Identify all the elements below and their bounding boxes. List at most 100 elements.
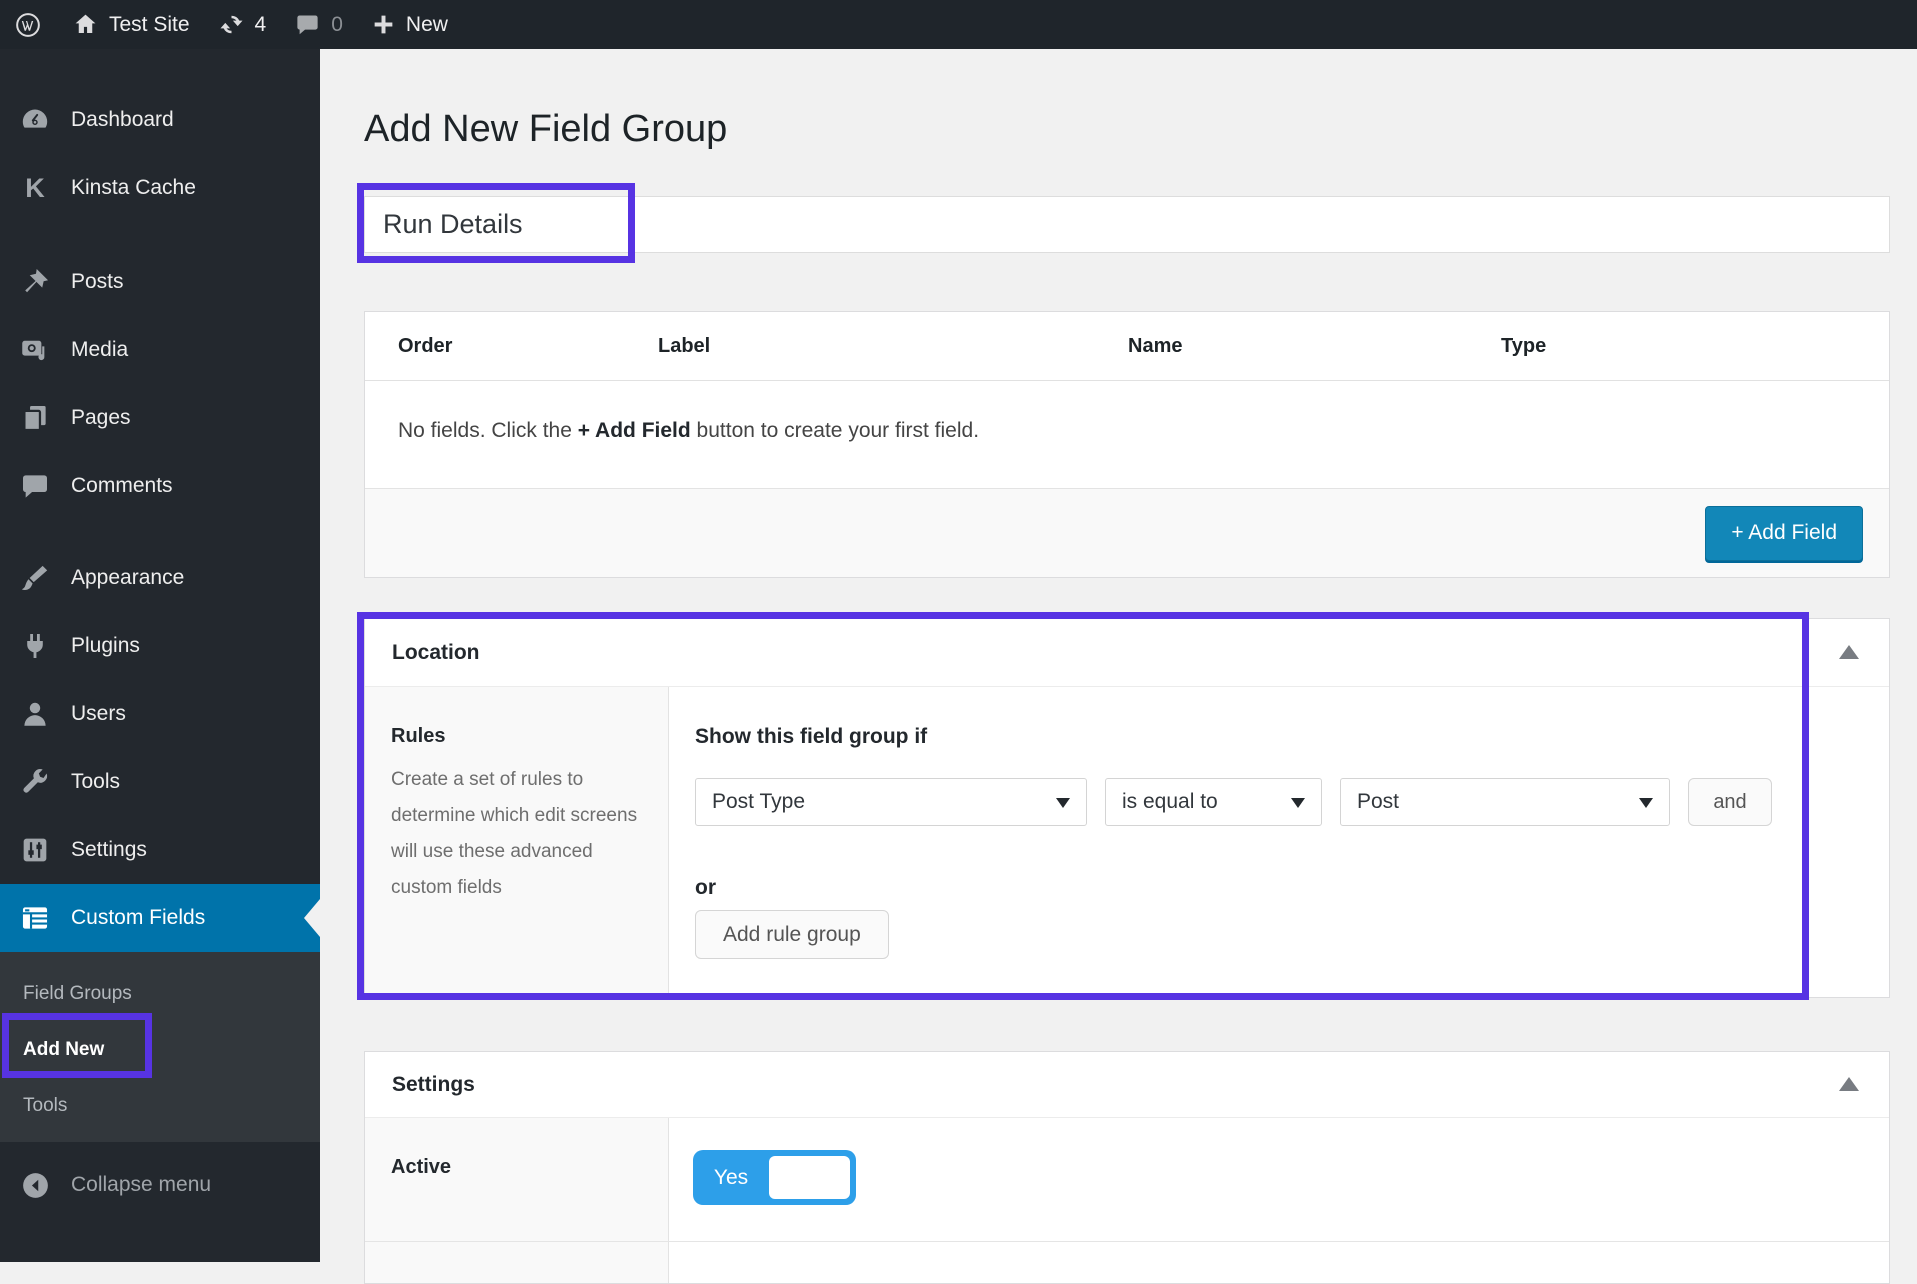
kinsta-k-icon: K: [17, 170, 53, 206]
settings-next-row: [365, 1241, 1889, 1283]
paintbrush-icon: [17, 560, 53, 596]
active-toggle[interactable]: Yes: [693, 1150, 856, 1205]
admin-bar-updates[interactable]: 4: [204, 0, 281, 49]
sidebar-item-appearance[interactable]: Appearance: [0, 544, 320, 612]
rule-value-value: Post: [1357, 790, 1399, 814]
sidebar-item-users[interactable]: Users: [0, 680, 320, 748]
admin-sidebar: Dashboard K Kinsta Cache Posts Media Pag…: [0, 49, 320, 1262]
sliders-icon: [17, 832, 53, 868]
sidebar-item-pages[interactable]: Pages: [0, 384, 320, 452]
location-rules-editor: Show this field group if Post Type is eq…: [669, 687, 1889, 997]
pushpin-icon: [17, 264, 53, 300]
submenu-item-label: Tools: [23, 1095, 67, 1117]
active-label: Active: [391, 1156, 642, 1179]
no-fields-text: button to create your first field.: [691, 419, 979, 442]
sidebar-item-label: Custom Fields: [71, 906, 205, 930]
column-header-label: Label: [658, 335, 1128, 358]
toggle-knob: [769, 1156, 850, 1199]
add-field-button[interactable]: + Add Field: [1705, 506, 1863, 561]
submenu-item-label: Field Groups: [23, 983, 132, 1005]
location-body: Rules Create a set of rules to determine…: [365, 687, 1889, 997]
no-fields-bold: + Add Field: [578, 419, 691, 442]
sidebar-item-label: Settings: [71, 838, 147, 862]
rule-operator-select[interactable]: is equal to: [1105, 778, 1322, 826]
sidebar-item-kinsta-cache[interactable]: K Kinsta Cache: [0, 154, 320, 222]
dashboard-gauge-icon: [17, 102, 53, 138]
rules-description: Create a set of rules to determine which…: [391, 762, 642, 906]
comments-count: 0: [331, 13, 343, 37]
admin-bar-comments[interactable]: 0: [280, 0, 357, 49]
sidebar-item-custom-fields[interactable]: Custom Fields: [0, 884, 320, 952]
column-header-type: Type: [1501, 335, 1889, 358]
sidebar-item-dashboard[interactable]: Dashboard: [0, 86, 320, 154]
sidebar-item-comments[interactable]: Comments: [0, 452, 320, 520]
collapse-panel-arrow-icon[interactable]: [1839, 645, 1859, 659]
no-fields-message: No fields. Click the + Add Field button …: [365, 381, 1889, 488]
new-label: New: [406, 13, 448, 37]
field-group-title-input[interactable]: [364, 196, 1890, 253]
column-header-order: Order: [365, 335, 658, 358]
rule-operator-value: is equal to: [1122, 790, 1218, 814]
comment-bubble-icon: [17, 468, 53, 504]
rule-row: Post Type is equal to Post and: [695, 778, 1889, 826]
rule-param-value: Post Type: [712, 790, 805, 814]
sidebar-item-plugins[interactable]: Plugins: [0, 612, 320, 680]
settings-active-row: Active Yes: [365, 1118, 1889, 1241]
location-title: Location: [392, 641, 480, 665]
rule-value-select[interactable]: Post: [1340, 778, 1670, 826]
active-toggle-column: Yes: [669, 1118, 1889, 1241]
settings-metabox: Settings Active Yes: [364, 1051, 1890, 1284]
rule-param-select[interactable]: Post Type: [695, 778, 1087, 826]
custom-fields-submenu: Field Groups Add New Tools: [0, 952, 320, 1142]
submenu-item-field-groups[interactable]: Field Groups: [0, 966, 320, 1022]
submenu-item-add-new[interactable]: Add New: [0, 1022, 320, 1078]
fields-table: Order Label Name Type No fields. Click t…: [364, 311, 1890, 578]
sidebar-item-label: Posts: [71, 270, 124, 294]
page-title: Add New Field Group: [364, 105, 1890, 153]
sidebar-item-media[interactable]: Media: [0, 316, 320, 384]
rules-label: Rules: [391, 725, 642, 748]
settings-next-row-content: [669, 1242, 1889, 1283]
fields-table-header: Order Label Name Type: [365, 312, 1889, 381]
settings-title: Settings: [392, 1073, 475, 1097]
sidebar-item-label: Comments: [71, 474, 173, 498]
no-fields-text: No fields. Click the: [398, 419, 578, 442]
custom-fields-table-icon: [17, 900, 53, 936]
sidebar-item-label: Appearance: [71, 566, 184, 590]
home-icon: [72, 11, 99, 38]
sidebar-item-label: Media: [71, 338, 128, 362]
location-rules-column: Rules Create a set of rules to determine…: [365, 687, 669, 997]
comment-bubble-icon: [294, 11, 321, 38]
admin-bar-site-menu[interactable]: Test Site: [58, 0, 204, 49]
wrench-icon: [17, 764, 53, 800]
plus-icon: [371, 12, 396, 37]
updates-count: 4: [255, 13, 267, 37]
collapse-menu-button[interactable]: Collapse menu: [0, 1157, 320, 1213]
show-if-label: Show this field group if: [695, 725, 1889, 749]
submenu-item-tools[interactable]: Tools: [0, 1078, 320, 1134]
sidebar-item-label: Dashboard: [71, 108, 174, 132]
add-rule-group-button[interactable]: Add rule group: [695, 910, 889, 959]
sidebar-item-label: Plugins: [71, 634, 140, 658]
admin-bar-new[interactable]: New: [357, 0, 462, 49]
wordpress-logo-menu[interactable]: [0, 0, 58, 49]
toggle-on-label: Yes: [693, 1166, 769, 1190]
settings-header: Settings: [365, 1052, 1889, 1118]
location-metabox: Location Rules Create a set of rules to …: [364, 618, 1890, 998]
camera-media-icon: [17, 332, 53, 368]
submenu-item-label: Add New: [23, 1039, 104, 1061]
sidebar-item-label: Pages: [71, 406, 131, 430]
column-header-name: Name: [1128, 335, 1501, 358]
collapse-panel-arrow-icon[interactable]: [1839, 1077, 1859, 1091]
sidebar-item-settings[interactable]: Settings: [0, 816, 320, 884]
and-button[interactable]: and: [1688, 778, 1772, 826]
admin-bar: Test Site 4 0 New: [0, 0, 1917, 49]
or-label: or: [695, 876, 1889, 900]
sidebar-item-posts[interactable]: Posts: [0, 248, 320, 316]
site-name: Test Site: [109, 13, 190, 37]
main-content: Add New Field Group Order Label Name Typ…: [320, 49, 1917, 1262]
user-icon: [17, 696, 53, 732]
sidebar-item-label: Tools: [71, 770, 120, 794]
collapse-menu-label: Collapse menu: [71, 1173, 211, 1197]
sidebar-item-tools[interactable]: Tools: [0, 748, 320, 816]
